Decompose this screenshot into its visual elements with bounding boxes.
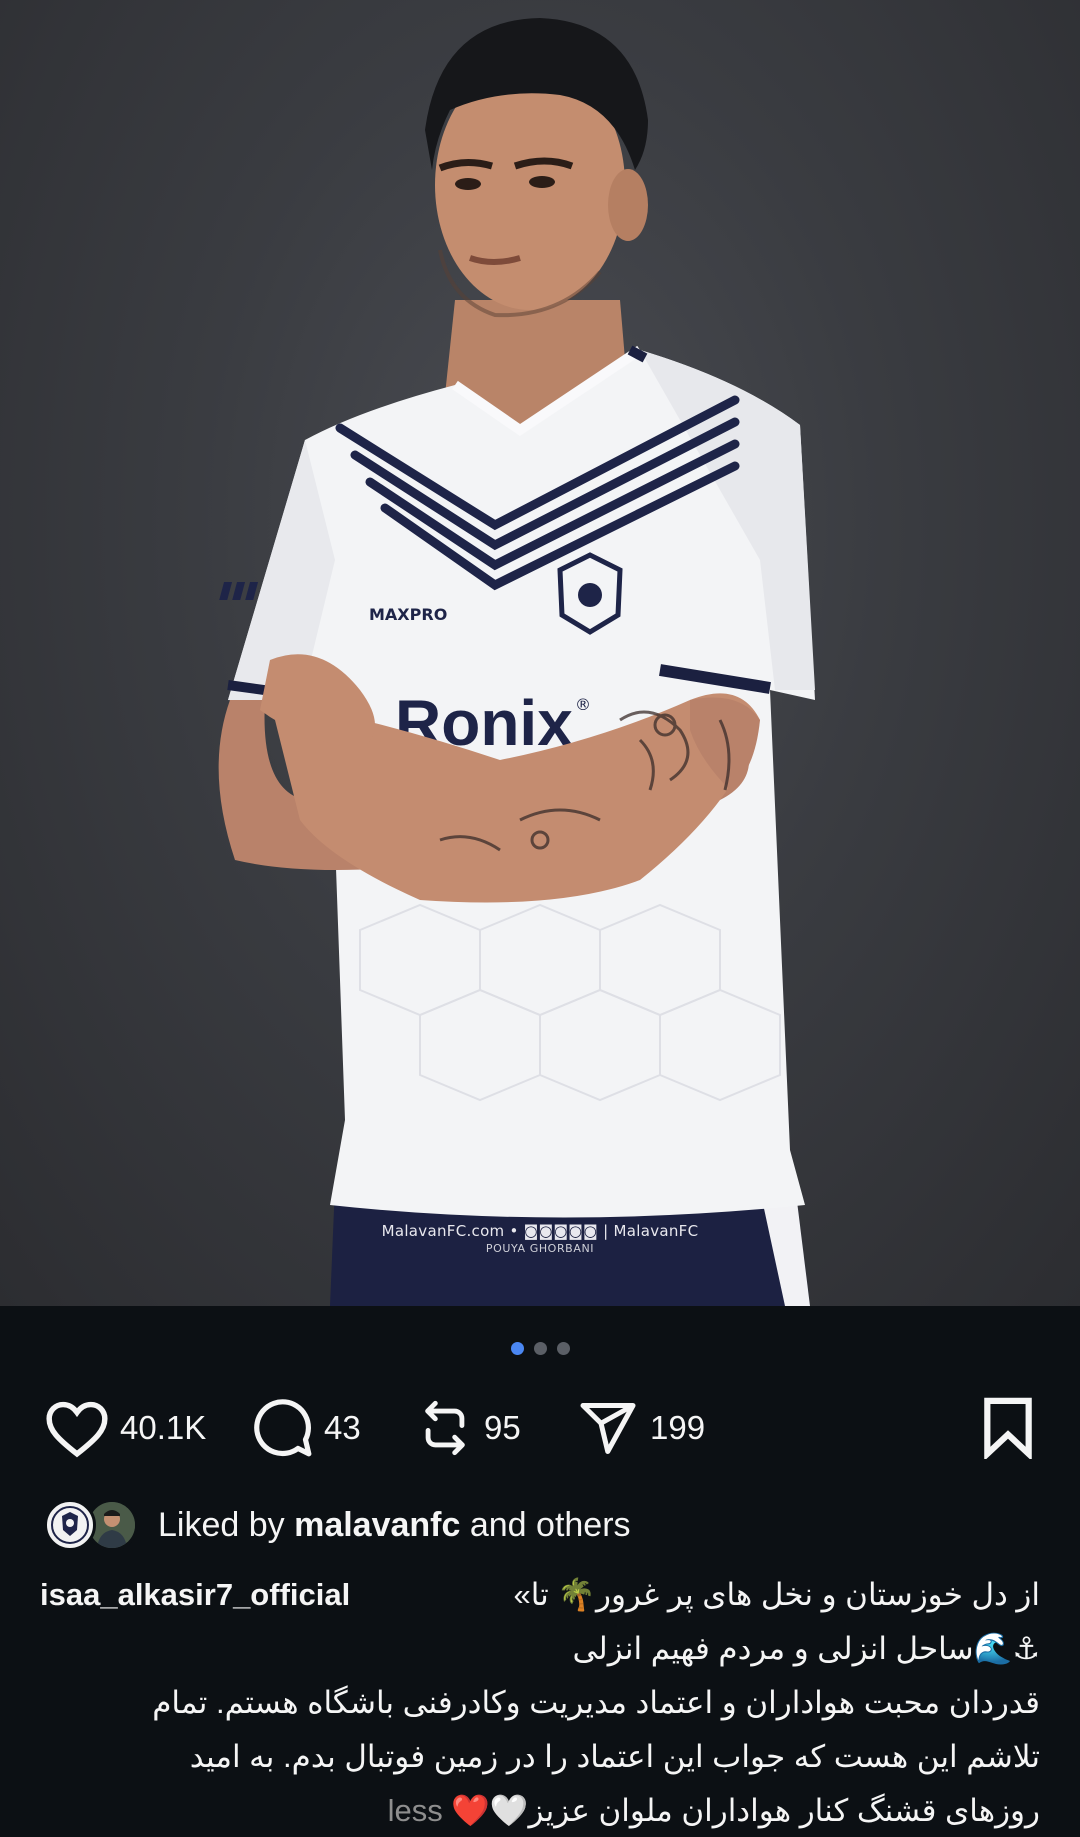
comment-count: 43 bbox=[324, 1409, 361, 1446]
like-count: 40.1K bbox=[120, 1409, 207, 1446]
carousel-indicator bbox=[0, 1342, 1080, 1355]
caption-line: روزهای قشنگ کنار هواداران ملوان عزیز🤍❤️ … bbox=[40, 1784, 1040, 1837]
svg-text:MAXPRO: MAXPRO bbox=[369, 605, 447, 624]
like-button[interactable]: 40.1K bbox=[44, 1394, 206, 1462]
post-photo[interactable]: MAXPRO Ronix ® MalavanFC.com • ◙◙◙◙◙ | M… bbox=[0, 0, 1080, 1306]
caption-text: روزهای قشنگ کنار هواداران ملوان عزیز🤍❤️ bbox=[451, 1793, 1040, 1828]
club-crest-icon bbox=[51, 1506, 89, 1544]
caption-text: از دل خوزستان و نخل های پر غرور🌴 تا» bbox=[513, 1577, 1040, 1612]
avatar bbox=[44, 1499, 96, 1551]
liked-by-text: Liked by malavanfc and others bbox=[158, 1506, 631, 1545]
carousel-dot[interactable] bbox=[533, 1342, 547, 1355]
share-count: 199 bbox=[650, 1409, 706, 1446]
carousel-dot-active[interactable] bbox=[510, 1342, 524, 1355]
bookmark-icon bbox=[984, 1397, 1032, 1459]
liked-by-prefix: Liked by bbox=[158, 1505, 295, 1544]
caption-line: ⚓🌊ساحل انزلی و مردم فهیم انزلی bbox=[572, 1631, 1040, 1666]
caption-line: isaa_alkasir7_official از دل خوزستان و ن… bbox=[40, 1568, 1040, 1622]
liked-by-avatars bbox=[44, 1497, 138, 1553]
action-bar: 40.1K 43 95 199 bbox=[44, 1394, 1036, 1462]
liked-by-suffix: and others bbox=[460, 1505, 631, 1544]
comment-icon bbox=[254, 1399, 312, 1457]
instagram-post: MAXPRO Ronix ® MalavanFC.com • ◙◙◙◙◙ | M… bbox=[0, 0, 1080, 1837]
carousel-dot[interactable] bbox=[556, 1342, 570, 1355]
liked-by-row[interactable]: Liked by malavanfc and others bbox=[44, 1497, 631, 1553]
share-icon bbox=[580, 1403, 636, 1454]
player-illustration: MAXPRO Ronix ® bbox=[218, 18, 815, 1306]
repost-count: 95 bbox=[484, 1409, 521, 1446]
post-caption: isaa_alkasir7_official از دل خوزستان و ن… bbox=[40, 1568, 1040, 1837]
caption-less-link[interactable]: less bbox=[388, 1793, 443, 1828]
liked-by-user[interactable]: malavanfc bbox=[294, 1506, 460, 1544]
repost-icon bbox=[425, 1400, 465, 1456]
caption-line: تلاشم این هست که جواب این اعتماد را در ز… bbox=[189, 1739, 1040, 1774]
caption-username[interactable]: isaa_alkasir7_official bbox=[40, 1568, 350, 1622]
save-button[interactable] bbox=[980, 1394, 1036, 1462]
heart-icon bbox=[46, 1401, 108, 1458]
repost-button[interactable]: 95 bbox=[416, 1394, 521, 1462]
caption-line: قدردان محبت هواداران و اعتماد مدیریت وکا… bbox=[152, 1685, 1040, 1720]
svg-text:®: ® bbox=[575, 695, 591, 714]
share-button[interactable]: 199 bbox=[576, 1394, 705, 1462]
photo-watermark: MalavanFC.com • ◙◙◙◙◙ | MalavanFC bbox=[381, 1222, 699, 1240]
comment-button[interactable]: 43 bbox=[252, 1394, 361, 1462]
photo-credit: POUYA GHORBANI bbox=[485, 1242, 595, 1255]
